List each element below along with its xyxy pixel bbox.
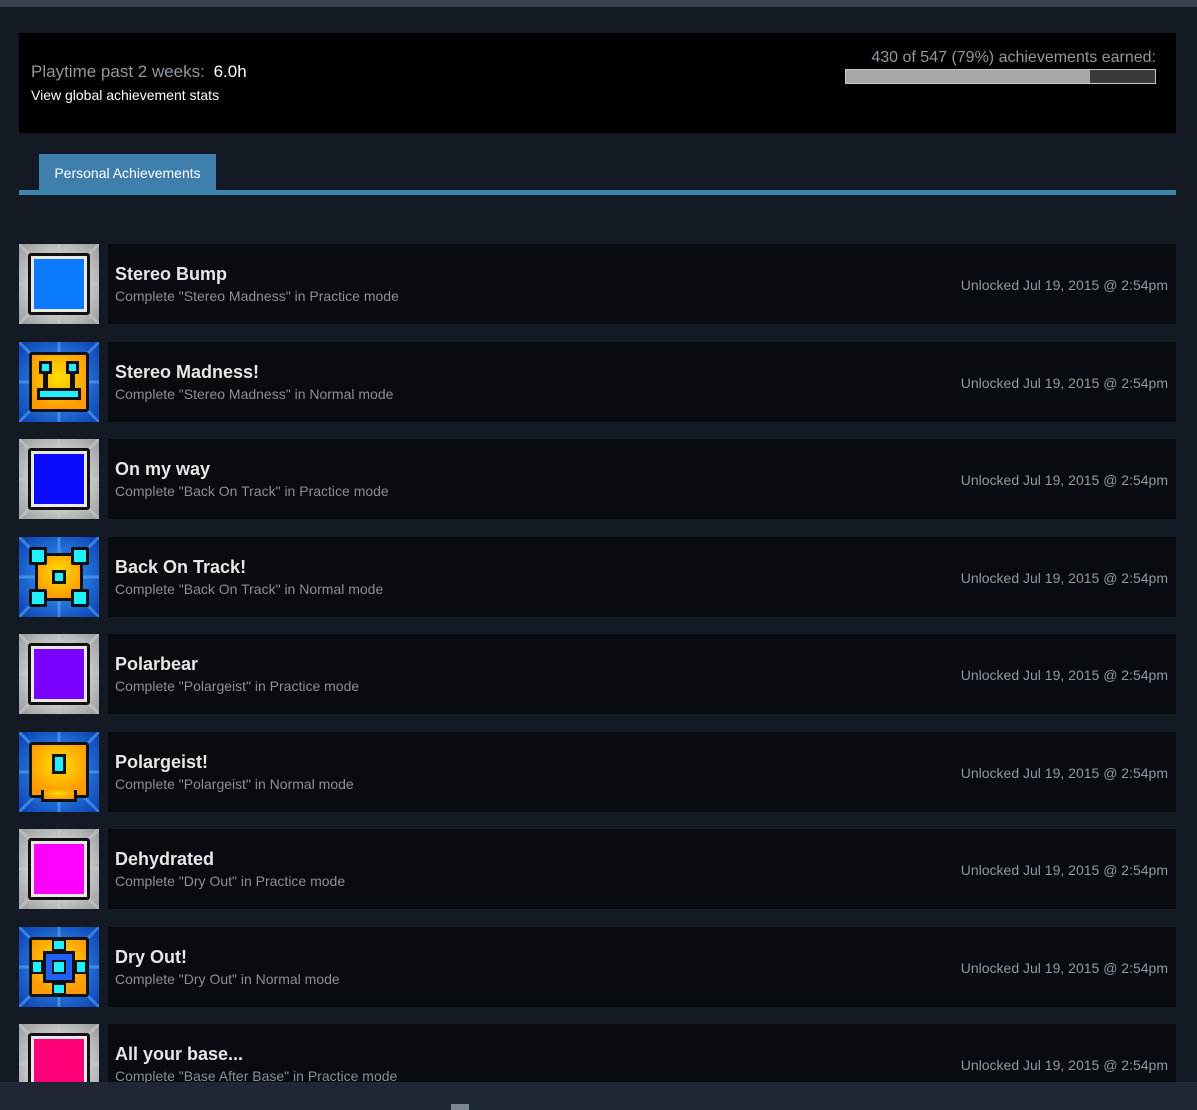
achievement-row: Dry Out! Complete "Dry Out" in Normal mo… — [19, 927, 1176, 1007]
achievement-list: Stereo Bump Complete "Stereo Madness" in… — [0, 0, 1197, 1082]
achievement-card: Back On Track! Complete "Back On Track" … — [108, 537, 1176, 617]
achievement-card: Polarbear Complete "Polargeist" in Pract… — [108, 634, 1176, 714]
achievement-row: Dehydrated Complete "Dry Out" in Practic… — [19, 829, 1176, 909]
achievement-title: Polargeist! — [115, 752, 209, 772]
achievement-title: Dry Out! — [115, 947, 187, 967]
achievement-description: Complete "Stereo Madness" in Practice mo… — [115, 288, 399, 304]
practice-cube-icon — [19, 439, 99, 519]
achievement-unlock-date: Unlocked Jul 19, 2015 @ 2:54pm — [960, 1057, 1168, 1073]
achievement-card: All your base... Complete "Base After Ba… — [108, 1024, 1176, 1082]
achievement-description: Complete "Back On Track" in Practice mod… — [115, 483, 389, 499]
achievement-unlock-date: Unlocked Jul 19, 2015 @ 2:54pm — [960, 277, 1168, 293]
achievement-row: All your base... Complete "Base After Ba… — [19, 1024, 1176, 1082]
normal-cube-gear-icon — [19, 537, 99, 617]
achievement-title: Polarbear — [115, 654, 199, 674]
achievement-card: Polargeist! Complete "Polargeist" in Nor… — [108, 732, 1176, 812]
achievement-description: Complete "Stereo Madness" in Normal mode — [115, 386, 394, 402]
achievement-description: Complete "Polargeist" in Practice mode — [115, 678, 360, 694]
achievement-row: Back On Track! Complete "Back On Track" … — [19, 537, 1176, 617]
practice-cube-icon — [19, 244, 99, 324]
achievement-card: Stereo Bump Complete "Stereo Madness" in… — [108, 244, 1176, 324]
achievement-title: All your base... — [115, 1044, 244, 1064]
achievement-description: Complete "Base After Base" in Practice m… — [115, 1068, 398, 1082]
normal-cube-ring-icon — [19, 927, 99, 1007]
bottom-bar — [0, 1082, 1197, 1108]
achievement-unlock-date: Unlocked Jul 19, 2015 @ 2:54pm — [960, 667, 1168, 683]
achievement-title: Back On Track! — [115, 557, 247, 577]
achievement-row: Polargeist! Complete "Polargeist" in Nor… — [19, 732, 1176, 812]
achievement-unlock-date: Unlocked Jul 19, 2015 @ 2:54pm — [960, 960, 1168, 976]
achievement-row: On my way Complete "Back On Track" in Pr… — [19, 439, 1176, 519]
achievement-row: Polarbear Complete "Polargeist" in Pract… — [19, 634, 1176, 714]
practice-cube-icon — [19, 634, 99, 714]
achievement-unlock-date: Unlocked Jul 19, 2015 @ 2:54pm — [960, 375, 1168, 391]
achievement-unlock-date: Unlocked Jul 19, 2015 @ 2:54pm — [960, 472, 1168, 488]
normal-cube-face-icon — [19, 342, 99, 422]
achievement-card: Stereo Madness! Complete "Stereo Madness… — [108, 342, 1176, 422]
achievement-title: Stereo Bump — [115, 264, 228, 284]
achievement-title: Dehydrated — [115, 849, 215, 869]
practice-cube-icon — [19, 829, 99, 909]
achievement-card: Dehydrated Complete "Dry Out" in Practic… — [108, 829, 1176, 909]
achievement-unlock-date: Unlocked Jul 19, 2015 @ 2:54pm — [960, 765, 1168, 781]
achievement-description: Complete "Dry Out" in Practice mode — [115, 873, 346, 889]
bottom-checkbox[interactable] — [451, 1104, 469, 1110]
achievement-title: On my way — [115, 459, 211, 479]
achievement-description: Complete "Dry Out" in Normal mode — [115, 971, 340, 987]
achievement-row: Stereo Bump Complete "Stereo Madness" in… — [19, 244, 1176, 324]
normal-cube-eye-icon — [19, 732, 99, 812]
achievement-row: Stereo Madness! Complete "Stereo Madness… — [19, 342, 1176, 422]
achievement-unlock-date: Unlocked Jul 19, 2015 @ 2:54pm — [960, 862, 1168, 878]
achievement-card: On my way Complete "Back On Track" in Pr… — [108, 439, 1176, 519]
achievement-description: Complete "Polargeist" in Normal mode — [115, 776, 354, 792]
achievement-description: Complete "Back On Track" in Normal mode — [115, 581, 384, 597]
achievement-unlock-date: Unlocked Jul 19, 2015 @ 2:54pm — [960, 570, 1168, 586]
achievement-title: Stereo Madness! — [115, 362, 260, 382]
practice-cube-icon — [19, 1024, 99, 1082]
achievement-card: Dry Out! Complete "Dry Out" in Normal mo… — [108, 927, 1176, 1007]
